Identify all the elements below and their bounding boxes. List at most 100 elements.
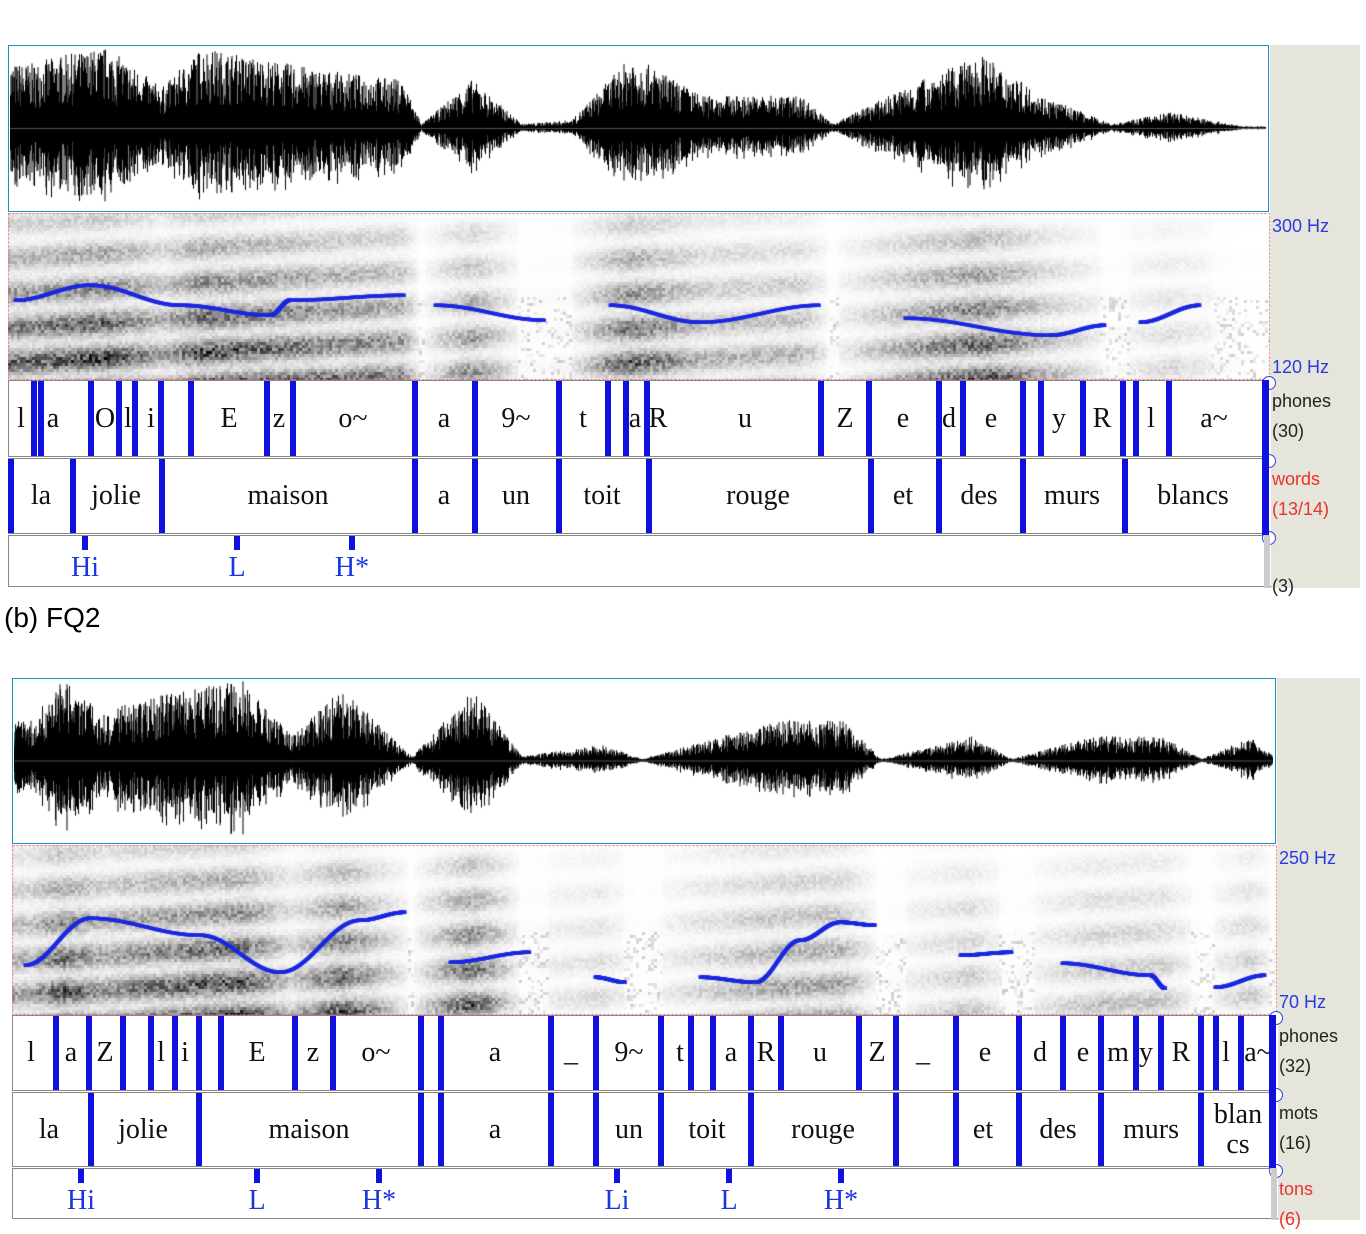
phone-label[interactable]: O (95, 403, 115, 434)
phone-label[interactable]: a (489, 1038, 501, 1068)
interval-boundary[interactable] (8, 459, 14, 533)
phone-label[interactable]: R (757, 1038, 776, 1068)
tone-point[interactable] (838, 1169, 844, 1183)
tone-point[interactable] (82, 536, 88, 550)
interval-boundary[interactable] (88, 381, 94, 456)
interval-boundary[interactable] (1016, 1093, 1022, 1166)
tone-label[interactable]: H* (335, 552, 369, 584)
word-label[interactable]: rouge (726, 481, 790, 511)
word-label[interactable]: et (973, 1114, 993, 1145)
tone-label[interactable]: Hi (67, 1185, 95, 1217)
interval-boundary[interactable] (218, 1016, 224, 1090)
word-label[interactable]: toit (583, 481, 620, 511)
phone-label[interactable]: o~ (361, 1038, 390, 1068)
word-label[interactable]: blancs (1157, 481, 1229, 511)
phone-label[interactable]: e (985, 403, 997, 434)
interval-boundary[interactable] (1198, 1093, 1204, 1166)
phone-label[interactable]: l (157, 1038, 165, 1068)
interval-boundary[interactable] (1060, 1016, 1066, 1090)
tier-words[interactable]: la jolie maison a un toit rouge et des murs blancs (12, 1092, 1278, 1167)
word-label[interactable]: murs (1123, 1114, 1179, 1145)
interval-boundary[interactable] (196, 1093, 202, 1166)
interval-boundary[interactable] (86, 1016, 92, 1090)
word-label[interactable]: un (615, 1114, 643, 1145)
word-label[interactable]: jolie (91, 481, 141, 511)
interval-boundary[interactable] (292, 1016, 298, 1090)
interval-boundary[interactable] (1198, 1016, 1204, 1090)
waveform[interactable] (14, 680, 1273, 841)
tier-phones[interactable]: l a Zl i Ez o~ a _ 9~ t a Ru Z _ e d e m y Rl a~ (12, 1015, 1278, 1091)
interval-boundary[interactable] (1213, 1016, 1219, 1090)
interval-boundary[interactable] (856, 1016, 862, 1090)
interval-boundary[interactable] (893, 1093, 899, 1166)
interval-boundary[interactable] (188, 381, 194, 456)
phone-label[interactable]: l (1222, 1038, 1230, 1068)
interval-boundary[interactable] (1020, 459, 1026, 533)
interval-boundary[interactable] (960, 381, 966, 456)
tier-phones[interactable]: l a Ol i Ez o~ a 9~ t a Ru Ze d e y Rl a~ (8, 380, 1271, 457)
interval-boundary[interactable] (132, 381, 138, 456)
word-label[interactable]: maison (248, 481, 329, 511)
phone-label[interactable]: i (147, 403, 155, 434)
phone-label[interactable]: R (1172, 1038, 1191, 1068)
interval-boundary[interactable] (1133, 381, 1139, 456)
phone-label[interactable]: l (27, 1038, 35, 1068)
interval-boundary[interactable] (1020, 381, 1026, 456)
word-label[interactable]: jolie (118, 1114, 168, 1145)
tone-label[interactable]: Hi (71, 552, 99, 584)
interval-boundary[interactable] (593, 1016, 599, 1090)
phone-label[interactable]: a (65, 1038, 77, 1068)
word-label[interactable]: des (960, 481, 997, 511)
interval-boundary[interactable] (1120, 381, 1126, 456)
phone-label[interactable]: _ (564, 1038, 578, 1068)
interval-boundary[interactable] (953, 1093, 959, 1166)
phone-label[interactable]: u (813, 1038, 827, 1068)
word-label[interactable]: toit (688, 1114, 725, 1145)
phone-label[interactable]: y (1139, 1038, 1153, 1068)
interval-boundary[interactable] (778, 1016, 784, 1090)
phone-label[interactable]: e (897, 403, 909, 434)
tone-label[interactable]: L (720, 1185, 737, 1217)
spectrogram[interactable] (8, 213, 1270, 380)
interval-boundary[interactable] (1122, 459, 1128, 533)
interval-boundary[interactable] (1038, 381, 1044, 456)
word-label[interactable]: des (1039, 1114, 1076, 1145)
interval-boundary[interactable] (866, 381, 872, 456)
tone-label[interactable]: Li (605, 1185, 630, 1217)
word-label[interactable]: blancs (1214, 1099, 1262, 1160)
interval-boundary[interactable] (172, 1016, 178, 1090)
phone-label[interactable]: R (1093, 403, 1112, 434)
phone-label[interactable]: R (649, 403, 668, 434)
interval-boundary[interactable] (472, 459, 478, 533)
tone-point[interactable] (254, 1169, 260, 1183)
phone-label[interactable]: d (942, 403, 956, 434)
interval-boundary[interactable] (556, 381, 562, 456)
interval-boundary[interactable] (748, 1016, 754, 1090)
phone-label[interactable]: a (438, 403, 450, 434)
interval-boundary[interactable] (605, 381, 611, 456)
interval-boundary[interactable] (688, 1016, 694, 1090)
phone-label[interactable]: a (629, 403, 641, 434)
phone-label[interactable]: u (738, 403, 752, 434)
interval-boundary[interactable] (38, 381, 44, 456)
interval-boundary[interactable] (418, 1016, 424, 1090)
tone-label[interactable]: L (228, 552, 245, 584)
interval-boundary[interactable] (88, 1093, 94, 1166)
interval-boundary[interactable] (196, 1016, 202, 1090)
tone-label[interactable]: H* (362, 1185, 396, 1217)
interval-boundary[interactable] (658, 1016, 664, 1090)
phone-label[interactable]: Z (836, 403, 853, 434)
interval-boundary[interactable] (748, 1093, 754, 1166)
word-label[interactable]: murs (1044, 481, 1100, 511)
interval-boundary[interactable] (646, 459, 652, 533)
interval-boundary[interactable] (31, 381, 37, 456)
phone-label[interactable]: e (1077, 1038, 1089, 1068)
phone-label[interactable]: E (248, 1038, 265, 1068)
interval-boundary[interactable] (116, 381, 122, 456)
word-label[interactable]: un (502, 481, 530, 511)
phone-label[interactable]: o~ (338, 403, 367, 434)
phone-label[interactable]: _ (916, 1038, 930, 1068)
tone-label[interactable]: L (248, 1185, 265, 1217)
interval-boundary[interactable] (412, 381, 418, 456)
tone-point[interactable] (234, 536, 240, 550)
